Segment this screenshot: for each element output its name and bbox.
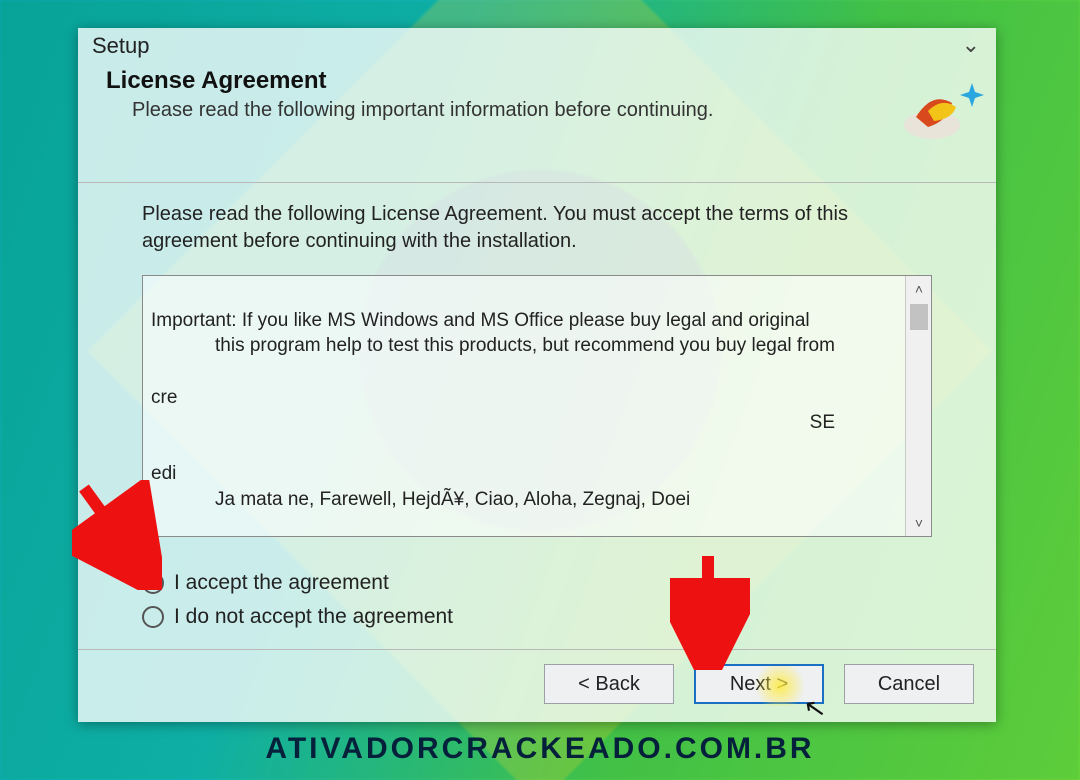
scroll-up-icon[interactable]: ˄ bbox=[909, 278, 929, 300]
cancel-button[interactable]: Cancel bbox=[844, 664, 974, 704]
titlebar: Setup ⌄ bbox=[78, 28, 996, 63]
back-button[interactable]: < Back bbox=[544, 664, 674, 704]
license-line: Ja mata ne, Farewell, HejdÃ¥, Ciao, Aloh… bbox=[151, 487, 895, 513]
watermark-text: ATIVADORCRACKEADO.COM.BR bbox=[0, 732, 1080, 766]
radio-accept[interactable]: I accept the agreement bbox=[142, 571, 932, 595]
page-subheading: Please read the following important info… bbox=[106, 99, 968, 122]
window-system-buttons[interactable]: ⌄ bbox=[962, 33, 982, 59]
instruction-text: Please read the following License Agreem… bbox=[142, 201, 932, 255]
license-text-content: Important: If you like MS Windows and MS… bbox=[143, 276, 905, 536]
setup-window: Setup ⌄ License Agreement Please read th… bbox=[78, 28, 996, 722]
license-line: this program help to test this products,… bbox=[151, 333, 895, 359]
next-button-label: Next > bbox=[730, 673, 788, 696]
license-line: edi bbox=[151, 463, 176, 484]
radio-reject[interactable]: I do not accept the agreement bbox=[142, 605, 932, 629]
license-line: cre bbox=[151, 387, 177, 408]
wizard-header: License Agreement Please read the follow… bbox=[78, 63, 996, 183]
license-textarea[interactable]: Important: If you like MS Windows and MS… bbox=[142, 275, 932, 537]
wizard-body: Please read the following License Agreem… bbox=[78, 183, 996, 649]
license-line: SE bbox=[151, 410, 895, 436]
radio-accept-label: I accept the agreement bbox=[174, 571, 389, 595]
scroll-down-icon[interactable]: ˅ bbox=[909, 512, 929, 534]
agreement-radios: I accept the agreement I do not accept t… bbox=[142, 571, 932, 639]
window-title: Setup bbox=[92, 33, 150, 59]
next-button[interactable]: Next > bbox=[694, 664, 824, 704]
radio-dot-icon bbox=[142, 572, 164, 594]
license-line: Important: If you like MS Windows and MS… bbox=[151, 310, 810, 331]
radio-reject-label: I do not accept the agreement bbox=[174, 605, 453, 629]
wizard-footer: < Back Next > Cancel ↖ bbox=[78, 649, 996, 722]
installer-icon bbox=[898, 63, 994, 145]
scroll-thumb[interactable] bbox=[910, 304, 928, 330]
page-heading: License Agreement bbox=[106, 67, 968, 95]
radio-dot-icon bbox=[142, 606, 164, 628]
license-scrollbar[interactable]: ˄ ˅ bbox=[905, 276, 931, 536]
